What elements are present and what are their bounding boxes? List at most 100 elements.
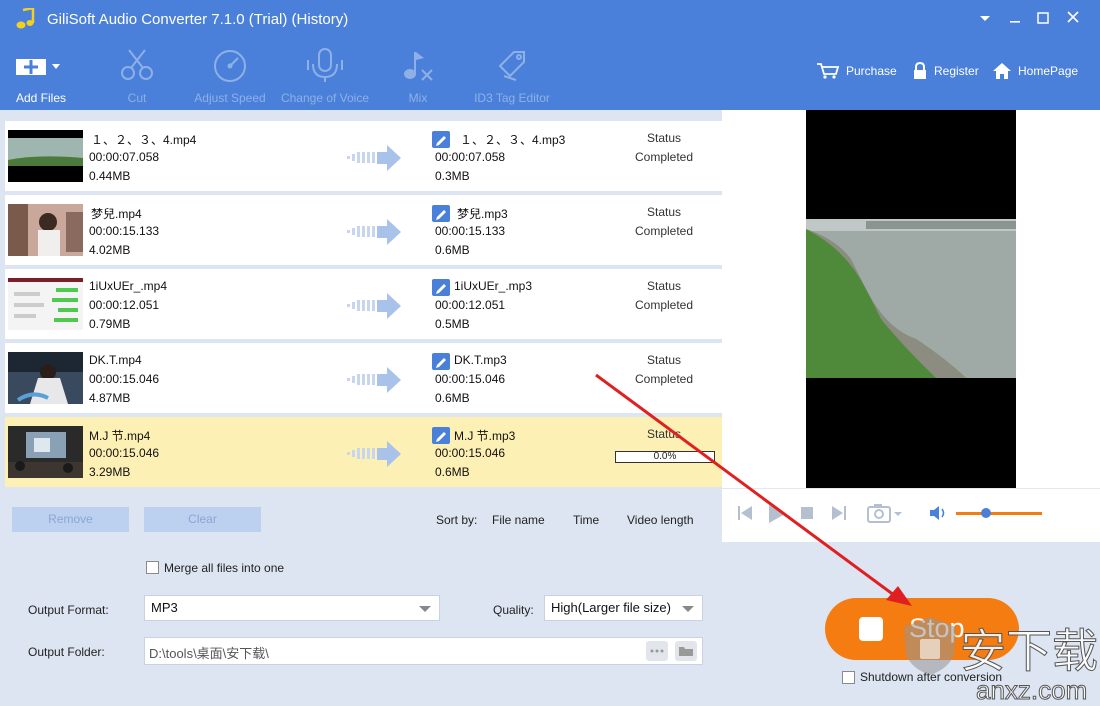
folder-icon bbox=[679, 647, 693, 656]
sort-time-link[interactable]: Time bbox=[573, 513, 599, 527]
source-size: 0.44MB bbox=[89, 169, 131, 183]
adjust-speed-button[interactable]: Adjust Speed bbox=[190, 38, 270, 110]
sort-file-name-link[interactable]: File name bbox=[492, 513, 545, 527]
output-size: 0.5MB bbox=[435, 317, 470, 331]
close-icon bbox=[1067, 11, 1079, 23]
add-film-icon bbox=[16, 56, 61, 78]
convert-arrow-icon bbox=[347, 219, 401, 245]
output-size: 0.6MB bbox=[435, 391, 470, 405]
watermark: 安下载 anxz.com bbox=[900, 615, 1100, 706]
register-link[interactable]: Register bbox=[912, 60, 979, 82]
file-row[interactable]: 1iUxUEr_.mp4 00:00:12.051 0.79MB 1iUxUEr… bbox=[5, 269, 722, 339]
maximize-icon bbox=[1037, 12, 1049, 24]
home-icon bbox=[993, 63, 1011, 79]
output-folder-field[interactable]: D:\tools\桌面\安下载\ bbox=[144, 637, 703, 665]
open-folder-button[interactable] bbox=[675, 641, 697, 661]
purchase-label: Purchase bbox=[846, 64, 897, 78]
homepage-link[interactable]: HomePage bbox=[992, 60, 1078, 82]
volume-slider-knob[interactable] bbox=[981, 508, 992, 518]
volume-slider[interactable] bbox=[956, 508, 1042, 518]
progress-text: 0.0% bbox=[653, 451, 677, 462]
homepage-label: HomePage bbox=[1018, 64, 1079, 78]
more-options-button[interactable] bbox=[646, 641, 668, 661]
edit-output-icon[interactable] bbox=[432, 427, 450, 444]
source-duration: 00:00:15.046 bbox=[89, 446, 160, 460]
convert-arrow-icon bbox=[347, 145, 401, 171]
adjust-speed-label: Adjust Speed bbox=[194, 91, 266, 105]
previous-icon[interactable] bbox=[736, 504, 754, 522]
change-of-voice-button[interactable]: Change of Voice bbox=[276, 38, 374, 110]
purchase-link[interactable]: Purchase bbox=[816, 60, 897, 82]
source-size: 4.02MB bbox=[89, 243, 131, 257]
source-duration: 00:00:15.133 bbox=[89, 224, 160, 238]
window-title: GiliSoft Audio Converter 7.1.0 (Trial) (… bbox=[47, 11, 349, 28]
stop-icon[interactable] bbox=[800, 506, 814, 520]
source-file-name: 1iUxUEr_.mp4 bbox=[89, 279, 168, 293]
quality-label: Quality: bbox=[493, 603, 534, 617]
output-format-select[interactable]: MP3 bbox=[144, 595, 440, 621]
add-files-button[interactable]: Add Files bbox=[8, 38, 74, 110]
play-icon[interactable] bbox=[766, 504, 786, 524]
source-size: 4.87MB bbox=[89, 391, 131, 405]
convert-arrow-icon bbox=[347, 293, 401, 319]
output-file-name: 梦兒.mp3 bbox=[457, 207, 508, 221]
next-icon[interactable] bbox=[830, 504, 848, 522]
cut-button[interactable]: Cut bbox=[106, 38, 168, 110]
edit-output-icon[interactable] bbox=[432, 279, 450, 296]
cart-icon bbox=[817, 63, 840, 79]
output-duration: 00:00:15.046 bbox=[435, 372, 506, 386]
edit-output-icon[interactable] bbox=[432, 131, 450, 148]
remove-button[interactable]: Remove bbox=[12, 507, 129, 532]
quality-select[interactable]: High(Larger file size) bbox=[544, 595, 703, 621]
file-row[interactable]: 梦兒.mp4 00:00:15.133 4.02MB 梦兒.mp3 00:00:… bbox=[5, 195, 722, 265]
watermark-domain: anxz.com bbox=[975, 675, 1088, 706]
preview-frame bbox=[806, 219, 1016, 378]
merge-checkbox[interactable] bbox=[146, 561, 159, 574]
cut-label: Cut bbox=[127, 91, 147, 105]
dropdown-menu-button[interactable] bbox=[974, 8, 996, 28]
source-duration: 00:00:15.046 bbox=[89, 372, 160, 386]
maximize-button[interactable] bbox=[1032, 8, 1054, 28]
volume-icon[interactable] bbox=[928, 504, 948, 522]
file-row-active[interactable]: M.J 节.mp4 00:00:15.046 3.29MB M.J 节.mp3 … bbox=[5, 417, 722, 487]
output-folder-value: D:\tools\桌面\安下载\ bbox=[149, 646, 269, 661]
stop-square-icon bbox=[859, 617, 883, 641]
output-file-name: 1iUxUEr_.mp3 bbox=[454, 279, 533, 293]
output-duration: 00:00:07.058 bbox=[435, 150, 506, 164]
video-preview bbox=[722, 110, 1100, 488]
title-bar: GiliSoft Audio Converter 7.1.0 (Trial) (… bbox=[0, 0, 1100, 38]
output-duration: 00:00:15.046 bbox=[435, 446, 506, 460]
file-row[interactable]: DK.T.mp4 00:00:15.046 4.87MB DK.T.mp3 00… bbox=[5, 343, 722, 413]
status-label: Status bbox=[646, 205, 682, 219]
edit-output-icon[interactable] bbox=[432, 205, 450, 222]
player-controls bbox=[722, 488, 1100, 540]
microphone-icon bbox=[307, 48, 343, 82]
sort-video-length-link[interactable]: Video length bbox=[627, 513, 694, 527]
register-label: Register bbox=[934, 64, 979, 78]
output-duration: 00:00:15.133 bbox=[435, 224, 506, 238]
clear-button[interactable]: Clear bbox=[144, 507, 261, 532]
file-row[interactable]: １、２、３、4.mp4 00:00:07.058 0.44MB １、２、３、4.… bbox=[5, 121, 722, 191]
ellipsis-icon bbox=[650, 649, 664, 653]
id3-tag-editor-button[interactable]: ID3 Tag Editor bbox=[466, 38, 558, 110]
video-thumbnail bbox=[8, 204, 83, 256]
output-format-label: Output Format: bbox=[28, 603, 109, 617]
source-size: 3.29MB bbox=[89, 465, 131, 479]
source-file-name: １、２、３、4.mp4 bbox=[91, 133, 197, 147]
minimize-icon bbox=[1010, 21, 1020, 23]
merge-label: Merge all files into one bbox=[164, 561, 285, 575]
video-thumbnail bbox=[8, 352, 83, 404]
mix-label: Mix bbox=[408, 91, 428, 105]
shield-logo-icon bbox=[904, 617, 956, 675]
close-button[interactable] bbox=[1062, 8, 1084, 28]
snapshot-camera-icon[interactable] bbox=[866, 502, 906, 524]
convert-arrow-icon bbox=[347, 367, 401, 393]
minimize-button[interactable] bbox=[1004, 8, 1026, 28]
output-size: 0.6MB bbox=[435, 465, 470, 479]
shutdown-checkbox[interactable] bbox=[842, 671, 855, 684]
add-files-label: Add Files bbox=[15, 91, 67, 105]
edit-output-icon[interactable] bbox=[432, 353, 450, 370]
status-value: Completed bbox=[634, 150, 694, 164]
mix-button[interactable]: Mix bbox=[392, 38, 444, 110]
chevron-down-icon bbox=[980, 16, 990, 21]
